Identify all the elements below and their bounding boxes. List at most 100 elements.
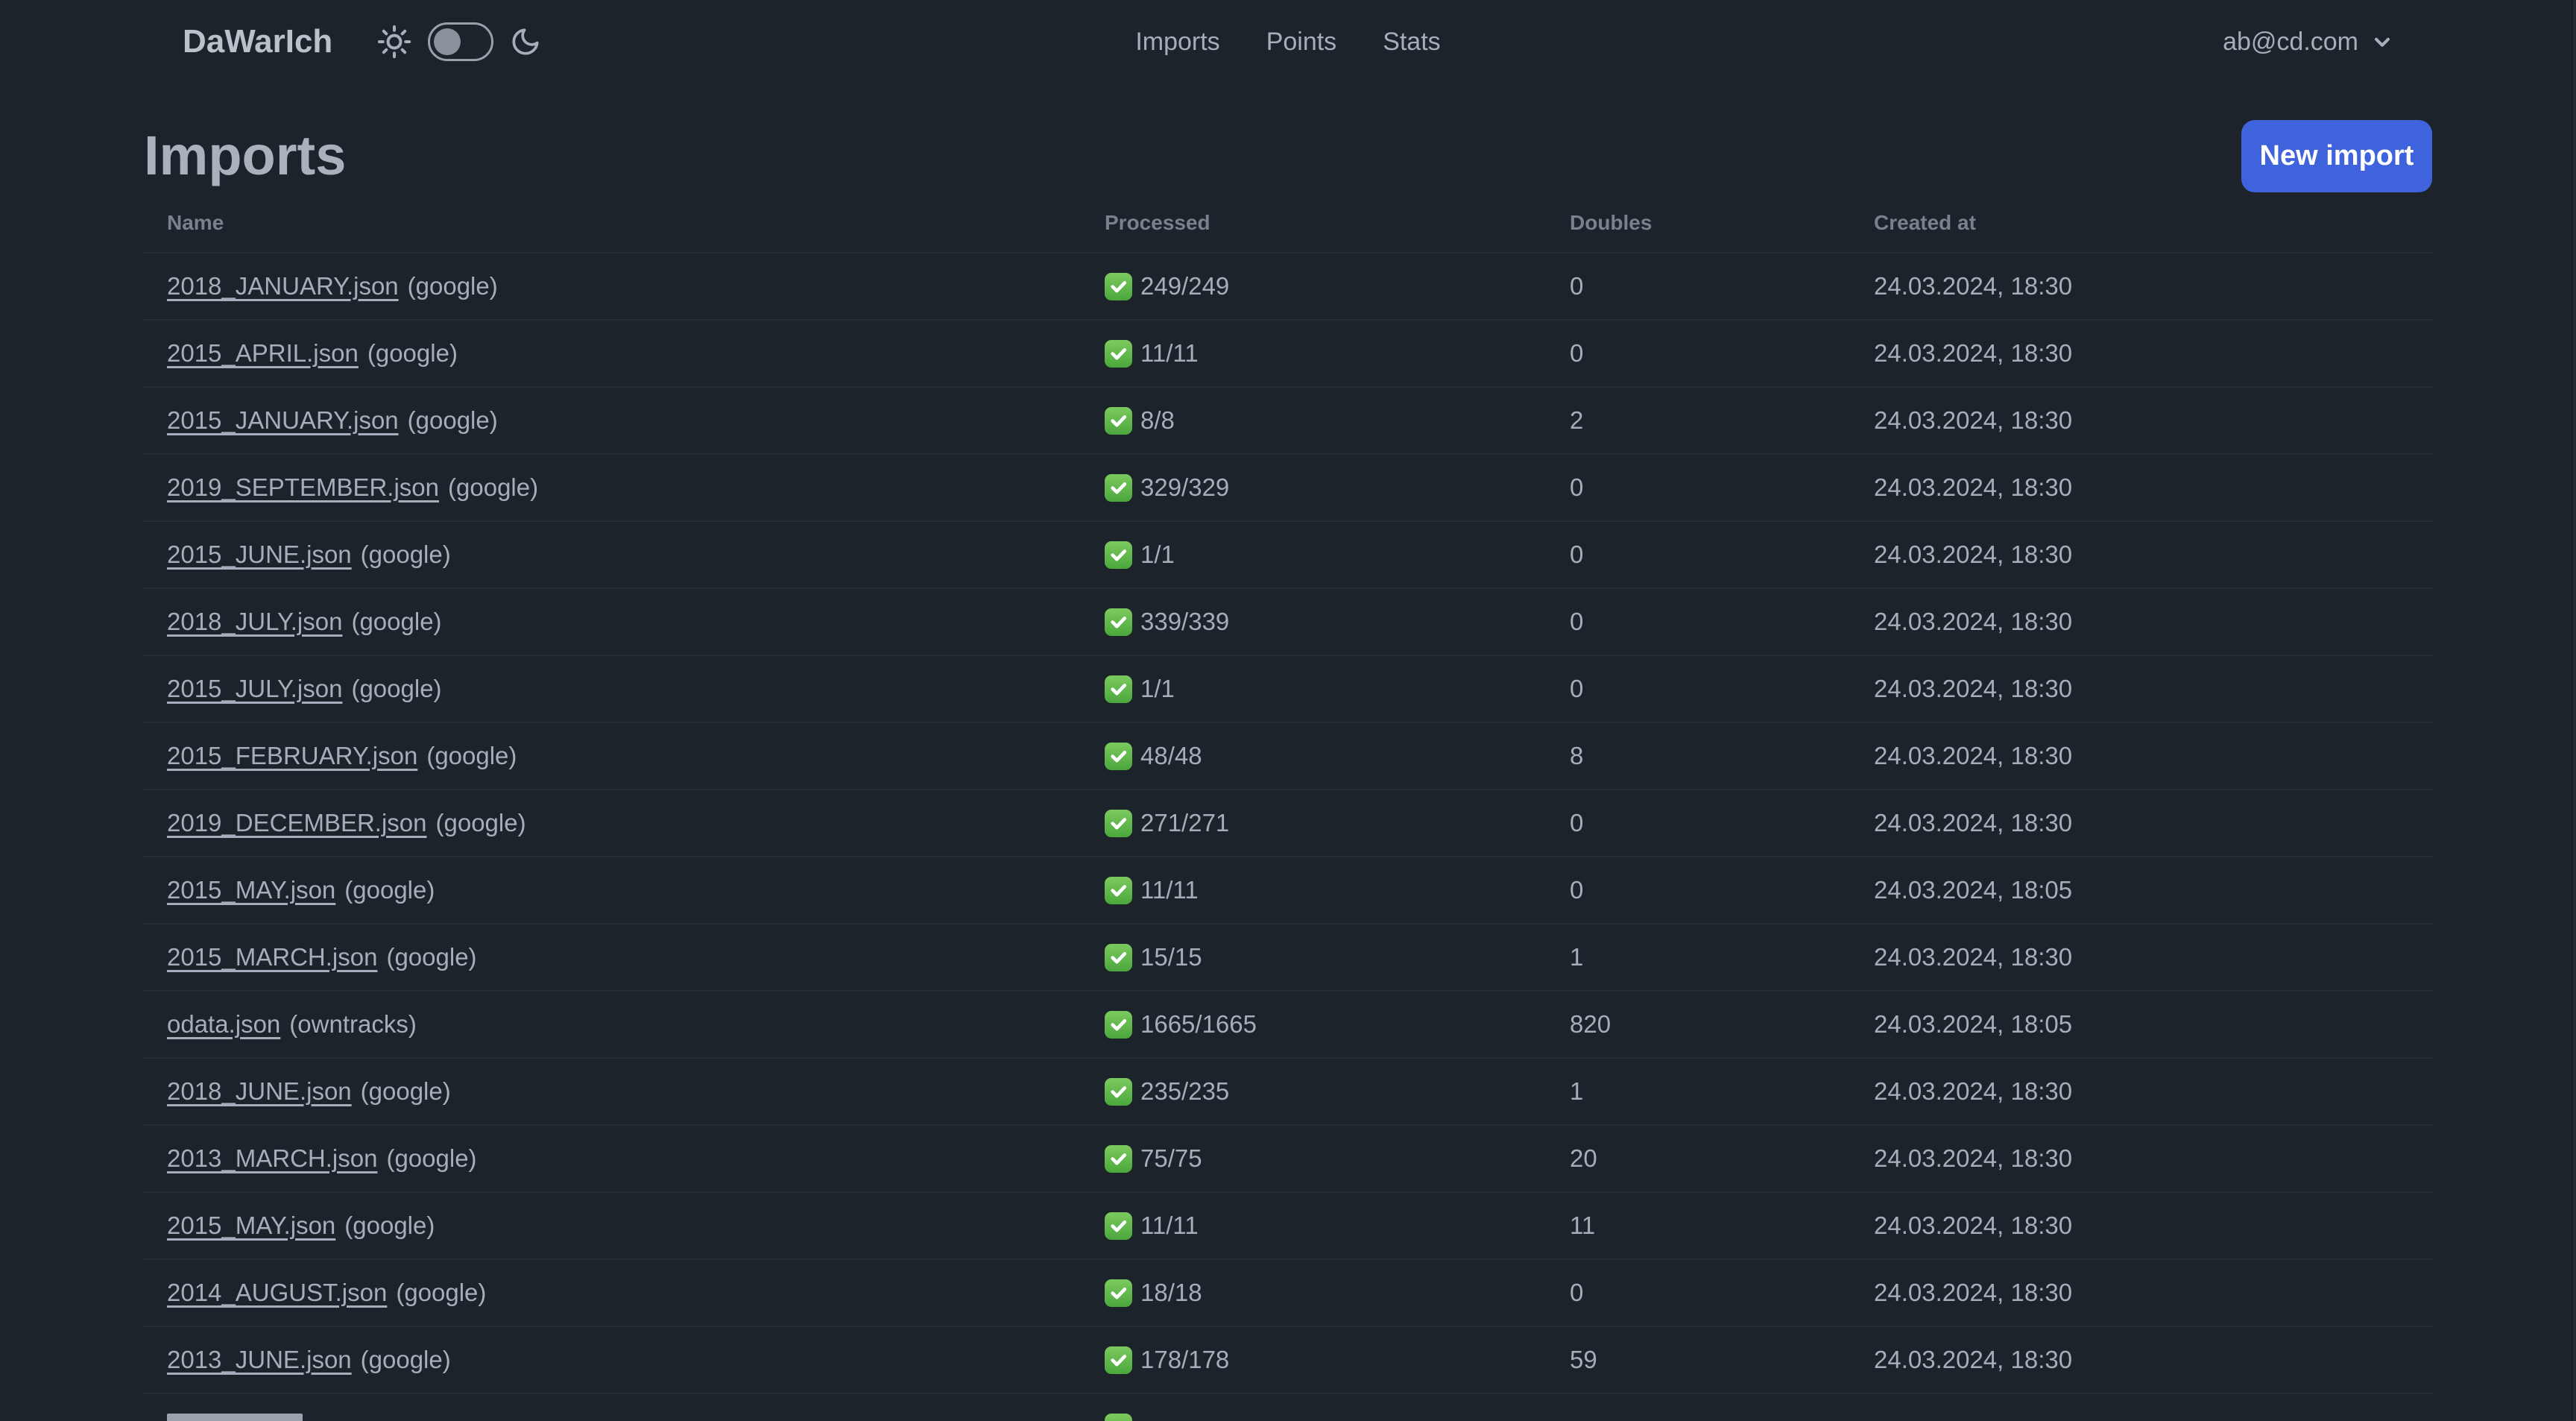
check-emoji-icon	[1105, 1212, 1132, 1240]
app-logo[interactable]: DaWarIch	[183, 23, 332, 60]
import-source: (google)	[448, 473, 539, 501]
import-file-link[interactable]: 2013_MARCH.json	[167, 1144, 377, 1172]
import-file-link[interactable]: odata.json	[167, 1010, 280, 1038]
processed-count: 1/1	[1140, 675, 1175, 702]
name-cell: 2019_SEPTEMBER.json (google)	[167, 473, 1105, 502]
navbar: DaWarIch Imports Points Stats ab@cd.com	[0, 0, 2576, 84]
import-source: (google)	[407, 272, 498, 300]
table-row: 2019_SEPTEMBER.json (google) 329/329 0 24…	[144, 453, 2432, 520]
created-at-cell: 24.03.2024, 18:30	[1874, 1144, 2073, 1172]
import-file-link[interactable]: 2015_FEBRUARY.json	[167, 742, 417, 769]
scrollbar[interactable]	[2572, 0, 2576, 1421]
check-emoji-icon	[1105, 1346, 1132, 1374]
doubles-cell: 0	[1570, 675, 1584, 702]
clipped-file-link[interactable]	[167, 1414, 303, 1421]
check-emoji-icon	[1105, 406, 1132, 435]
processed-count: 329/329	[1140, 473, 1230, 501]
import-source: (google)	[351, 675, 442, 702]
column-header-doubles: Doubles	[1570, 211, 1652, 234]
import-source: (google)	[435, 809, 526, 836]
import-source: (owntracks)	[289, 1010, 417, 1038]
import-source: (google)	[386, 943, 477, 971]
import-file-link[interactable]: 2015_APRIL.json	[167, 339, 359, 367]
import-source: (google)	[407, 406, 498, 434]
processed-count: 178/178	[1140, 1346, 1230, 1373]
table-row: 2015_JUNE.json (google) 1/1 0 24.03.2024,…	[144, 520, 2432, 587]
created-at-cell: 24.03.2024, 18:30	[1874, 1077, 2073, 1105]
column-header-created-at: Created at	[1874, 211, 1976, 234]
import-file-link[interactable]: 2015_JUNE.json	[167, 541, 352, 568]
new-import-button[interactable]: New import	[2241, 119, 2432, 192]
doubles-cell: 0	[1570, 473, 1584, 501]
name-cell: 2013_JUNE.json (google)	[167, 1346, 1105, 1374]
processed-cell: 1665/1665	[1105, 1010, 1570, 1039]
processed-count: 1/1	[1140, 541, 1175, 568]
import-file-link[interactable]: 2014_AUGUST.json	[167, 1279, 387, 1306]
created-at-cell: 24.03.2024, 18:05	[1874, 1010, 2073, 1038]
doubles-cell: 1	[1570, 943, 1584, 971]
user-menu[interactable]: ab@cd.com	[2223, 0, 2394, 84]
check-emoji-icon	[1105, 473, 1132, 502]
import-file-link[interactable]: 2019_DECEMBER.json	[167, 809, 427, 836]
processed-count: 75/75	[1140, 1144, 1202, 1172]
check-emoji-icon	[1105, 1414, 1132, 1421]
import-file-link[interactable]: 2015_MARCH.json	[167, 943, 377, 971]
doubles-cell: 0	[1570, 1279, 1584, 1306]
name-cell: 2015_JUNE.json (google)	[167, 541, 1105, 569]
doubles-cell: 11	[1570, 1212, 1596, 1239]
import-file-link[interactable]: 2015_MAY.json	[167, 876, 335, 904]
doubles-cell: 0	[1570, 608, 1584, 635]
import-file-link[interactable]: 2013_JUNE.json	[167, 1346, 352, 1373]
import-file-link[interactable]: 2018_JANUARY.json	[167, 272, 399, 300]
nav-link-points[interactable]: Points	[1266, 28, 1337, 57]
column-header-processed: Processed	[1105, 211, 1210, 234]
processed-count: 48/48	[1140, 742, 1202, 769]
name-cell: 2015_MAY.json (google)	[167, 1212, 1105, 1240]
name-cell: 2018_JULY.json (google)	[167, 608, 1105, 636]
processed-count: 1665/1665	[1140, 1010, 1257, 1038]
nav-link-stats[interactable]: Stats	[1383, 28, 1440, 57]
doubles-cell: 0	[1570, 876, 1584, 904]
table-row: 2019_DECEMBER.json (google) 271/271 0 24.…	[144, 789, 2432, 856]
import-source: (google)	[344, 876, 435, 904]
processed-cell: 1/1	[1105, 675, 1570, 703]
check-emoji-icon	[1105, 876, 1132, 904]
imports-table: Name Processed Doubles Created at 2018_J…	[144, 194, 2432, 1421]
moon-icon	[510, 26, 541, 57]
table-row: 2015_MAY.json (google) 11/11 0 24.03.2024…	[144, 856, 2432, 923]
doubles-cell: 820	[1570, 1010, 1611, 1038]
theme-toggle[interactable]	[377, 22, 541, 61]
created-at-cell: 24.03.2024, 18:30	[1874, 1212, 2073, 1239]
import-file-link[interactable]: 2015_JANUARY.json	[167, 406, 399, 434]
column-header-name: Name	[167, 211, 224, 234]
doubles-cell: 1	[1570, 1077, 1584, 1105]
name-cell: 2014_AUGUST.json (google)	[167, 1279, 1105, 1307]
doubles-cell: 20	[1570, 1144, 1597, 1172]
created-at-cell: 24.03.2024, 18:05	[1874, 876, 2073, 904]
processed-cell: 48/48	[1105, 742, 1570, 770]
nav-link-imports[interactable]: Imports	[1135, 28, 1219, 57]
import-file-link[interactable]: 2018_JULY.json	[167, 608, 342, 635]
table-row: 2015_MARCH.json (google) 15/15 1 24.03.20…	[144, 923, 2432, 990]
import-file-link[interactable]: 2019_SEPTEMBER.json	[167, 473, 439, 501]
processed-count: 8/8	[1140, 406, 1175, 434]
import-source: (google)	[396, 1279, 487, 1306]
processed-cell: 18/18	[1105, 1279, 1570, 1307]
check-emoji-icon	[1105, 943, 1132, 971]
processed-count: 18/18	[1140, 1279, 1202, 1306]
table-row: 2013_MARCH.json (google) 75/75 20 24.03.2…	[144, 1124, 2432, 1191]
table-row: 2014_AUGUST.json (google) 18/18 0 24.03.2…	[144, 1258, 2432, 1326]
processed-cell: 235/235	[1105, 1077, 1570, 1106]
import-file-link[interactable]: 2015_JULY.json	[167, 675, 342, 702]
name-cell: 2013_MARCH.json (google)	[167, 1144, 1105, 1173]
import-source: (google)	[386, 1144, 477, 1172]
import-source: (google)	[367, 339, 458, 367]
theme-toggle-switch[interactable]	[428, 22, 494, 61]
processed-count: 11/11	[1140, 876, 1199, 904]
name-cell: 2015_JULY.json (google)	[167, 675, 1105, 703]
processed-count: 11/11	[1140, 1212, 1199, 1239]
processed-cell	[1105, 1414, 1570, 1421]
import-file-link[interactable]: 2015_MAY.json	[167, 1212, 335, 1239]
import-file-link[interactable]: 2018_JUNE.json	[167, 1077, 352, 1105]
check-emoji-icon	[1105, 1279, 1132, 1307]
